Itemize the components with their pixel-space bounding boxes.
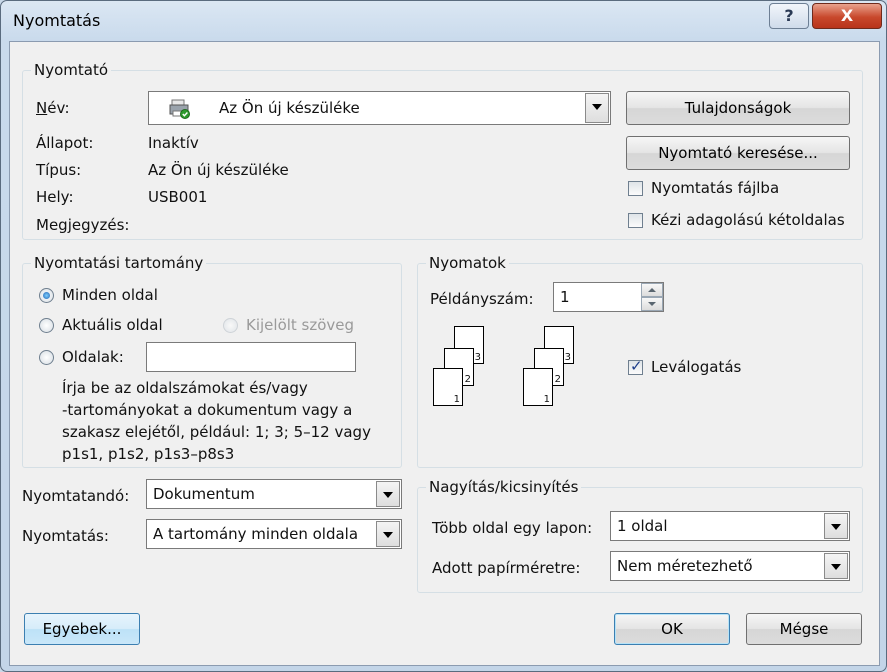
print-to-file-checkbox[interactable] bbox=[628, 181, 643, 196]
location-label: Hely: bbox=[36, 188, 74, 206]
pages-per-sheet-value: 1 oldal bbox=[617, 517, 668, 535]
manual-duplex-checkbox[interactable] bbox=[628, 213, 643, 228]
type-value: Az Ön új készüléke bbox=[148, 161, 289, 179]
printer-icon bbox=[169, 99, 191, 123]
close-button[interactable]: X bbox=[812, 3, 882, 29]
properties-button[interactable]: Tulajdonságok bbox=[626, 91, 850, 125]
print-what-value: Dokumentum bbox=[153, 485, 255, 503]
printer-name-select[interactable]: Az Ön új készüléke bbox=[148, 91, 611, 125]
status-label: Állapot: bbox=[36, 134, 94, 152]
chevron-down-icon[interactable] bbox=[824, 553, 848, 579]
help-button[interactable]: ? bbox=[769, 3, 809, 29]
status-value: Inaktív bbox=[148, 134, 199, 152]
print-mode-label: Nyomtatás: bbox=[22, 527, 109, 545]
selection-label: Kijelölt szöveg bbox=[246, 316, 355, 334]
scale-label: Adott papírméretre: bbox=[432, 559, 581, 577]
print-dialog: Nyomtatás ? X Nyomtató Név: Az Ön új kés… bbox=[0, 0, 887, 672]
selection-radio bbox=[223, 318, 238, 333]
scale-select[interactable]: Nem méretezhető bbox=[610, 551, 850, 581]
copies-count-label: Példányszám: bbox=[430, 290, 534, 308]
all-pages-label[interactable]: Minden oldal bbox=[62, 286, 158, 304]
cancel-button[interactable]: Mégse bbox=[746, 613, 862, 645]
print-what-select[interactable]: Dokumentum bbox=[146, 479, 402, 509]
chevron-down-icon[interactable] bbox=[376, 521, 400, 547]
printer-name-value: Az Ön új készüléke bbox=[219, 99, 360, 117]
find-printer-button[interactable]: Nyomtató keresése... bbox=[626, 136, 850, 170]
print-to-file-label[interactable]: Nyomtatás fájlba bbox=[651, 179, 779, 197]
dialog-body: Nyomtató Név: Az Ön új készüléke Állapot… bbox=[9, 41, 880, 666]
chevron-down-icon[interactable] bbox=[376, 481, 400, 507]
print-mode-select[interactable]: A tartomány minden oldala bbox=[146, 519, 402, 549]
scale-value: Nem méretezhető bbox=[617, 557, 753, 575]
spin-down-icon[interactable] bbox=[641, 297, 663, 311]
copies-count-value: 1 bbox=[560, 288, 570, 306]
current-page-label[interactable]: Aktuális oldal bbox=[62, 316, 163, 334]
copies-count-input[interactable]: 1 bbox=[553, 282, 664, 312]
printer-name-label-text: év: bbox=[47, 99, 70, 117]
zoom-legend: Nagyítás/kicsinyítés bbox=[426, 478, 582, 496]
print-mode-value: A tartomány minden oldala bbox=[153, 525, 359, 543]
all-pages-radio[interactable] bbox=[39, 288, 54, 303]
pages-label[interactable]: Oldalak: bbox=[62, 348, 124, 366]
range-hint-line-4: p1s1, p1s2, p1s3–p8s3 bbox=[62, 445, 235, 463]
type-label: Típus: bbox=[36, 161, 82, 179]
location-value: USB001 bbox=[148, 188, 208, 206]
printer-name-label: Név: bbox=[36, 99, 70, 117]
collate-checkbox[interactable] bbox=[628, 357, 643, 375]
page-icon: 1 bbox=[523, 368, 553, 406]
pages-per-sheet-label: Több oldal egy lapon: bbox=[432, 519, 593, 537]
options-button[interactable]: Egyebek... bbox=[24, 613, 140, 645]
print-range-legend: Nyomtatási tartomány bbox=[31, 254, 207, 272]
current-page-radio[interactable] bbox=[39, 318, 54, 333]
range-hint-line-2: -tartományokat a dokumentum vagy a bbox=[62, 401, 353, 419]
chevron-down-icon[interactable] bbox=[824, 513, 848, 539]
range-hint-line-3: szakasz elejétől, például: 1; 3; 5–12 va… bbox=[62, 423, 371, 441]
dialog-title: Nyomtatás bbox=[13, 11, 101, 30]
copies-spinner[interactable] bbox=[641, 283, 663, 311]
title-bar: Nyomtatás ? X bbox=[1, 1, 886, 41]
print-what-label: Nyomtatandó: bbox=[22, 487, 130, 505]
pages-per-sheet-select[interactable]: 1 oldal bbox=[610, 511, 850, 541]
copies-legend: Nyomatok bbox=[426, 254, 509, 272]
manual-duplex-label[interactable]: Kézi adagolású kétoldalas bbox=[651, 211, 845, 229]
pages-input[interactable] bbox=[146, 342, 356, 372]
spin-up-icon[interactable] bbox=[641, 283, 663, 297]
page-icon: 1 bbox=[433, 368, 463, 406]
printer-group-legend: Nyomtató bbox=[31, 61, 112, 79]
collate-label[interactable]: Leválogatás bbox=[651, 358, 741, 376]
pages-radio[interactable] bbox=[39, 350, 54, 365]
range-hint-line-1: Írja be az oldalszámokat és/vagy bbox=[62, 379, 308, 397]
chevron-down-icon[interactable] bbox=[585, 93, 609, 123]
comment-label: Megjegyzés: bbox=[36, 216, 130, 234]
ok-button[interactable]: OK bbox=[614, 613, 730, 645]
